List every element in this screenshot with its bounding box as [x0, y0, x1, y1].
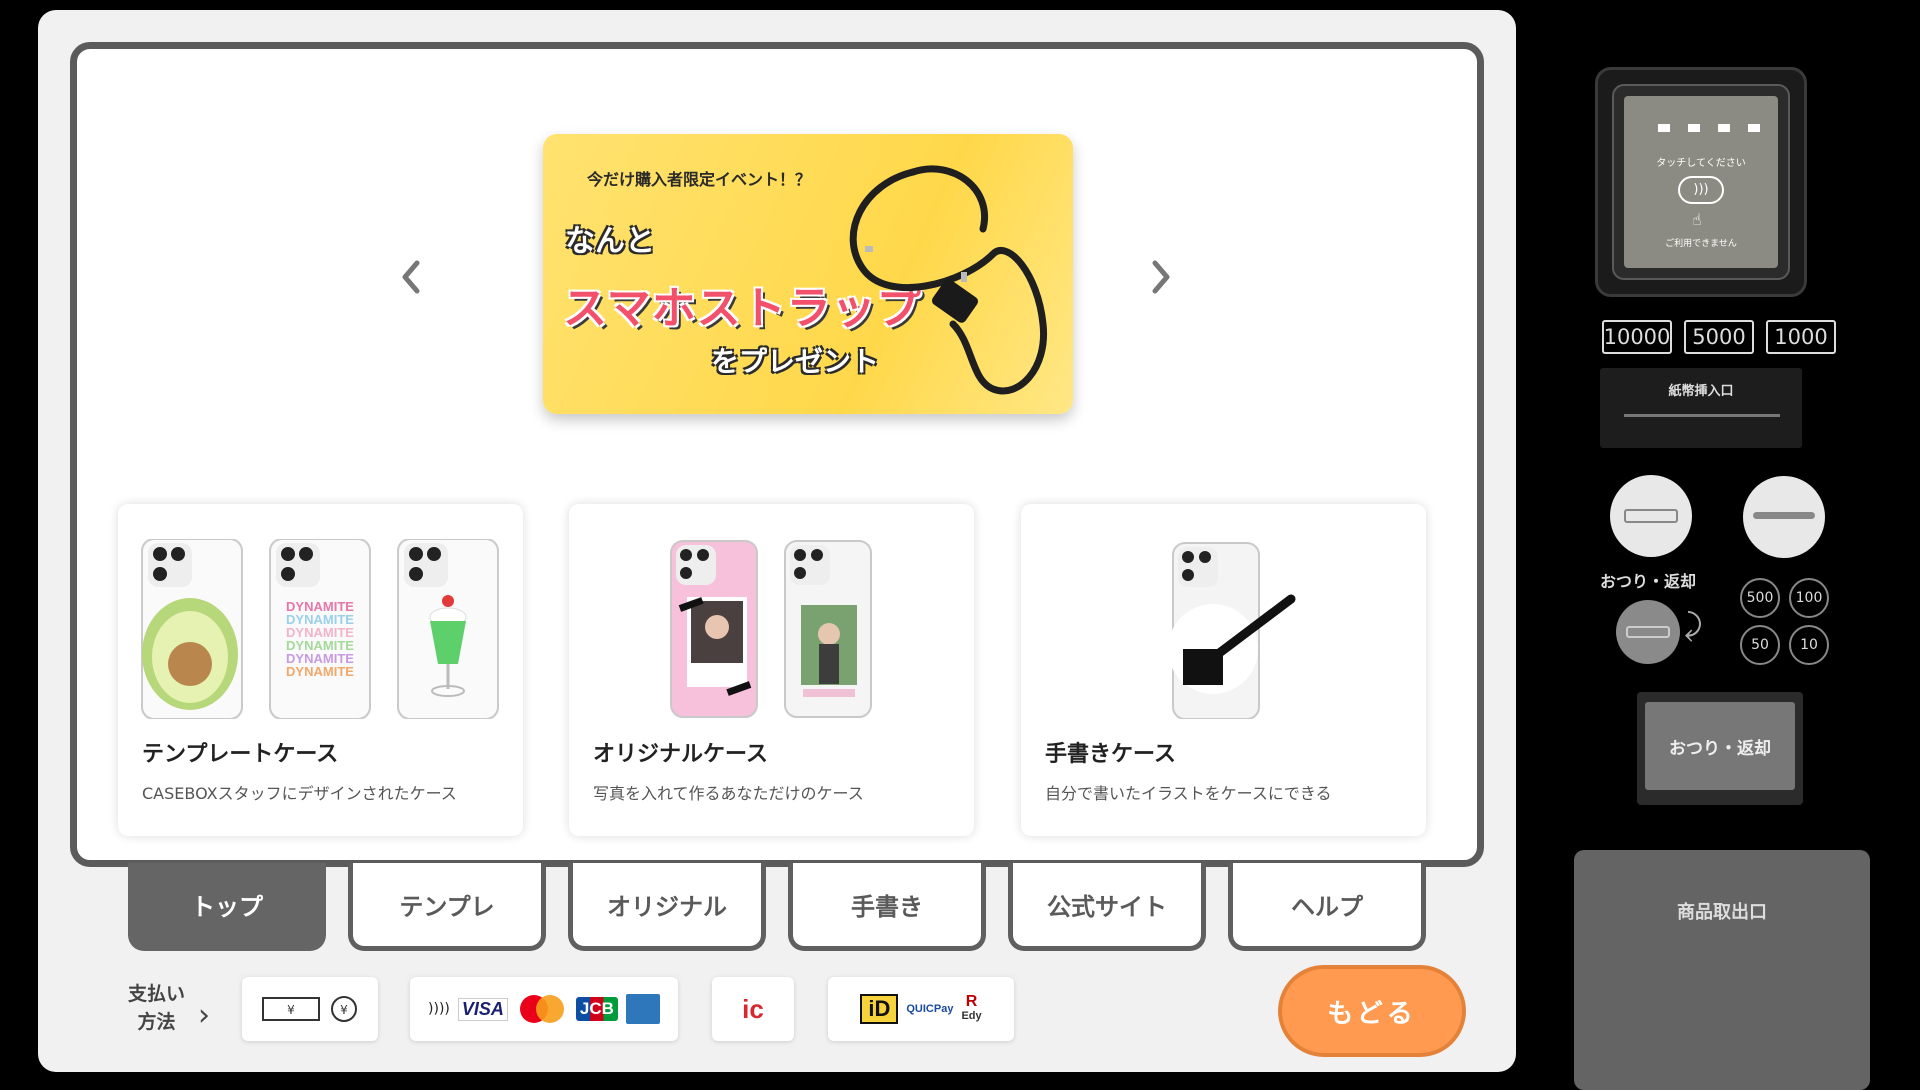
tab-handwritten[interactable]: 手書き: [788, 863, 986, 951]
mastercard-logo: [519, 995, 564, 1023]
banner-line1: なんと: [565, 224, 655, 259]
change-return-panel-label: おつり・返却: [1645, 702, 1795, 790]
card-title: オリジナルケース: [593, 742, 768, 767]
phone-photo-pink-image: [670, 540, 758, 718]
tab-official-site[interactable]: 公式サイト: [1008, 863, 1206, 951]
back-button[interactable]: もどる: [1278, 965, 1466, 1057]
card-title: 手書きケース: [1045, 742, 1176, 767]
product-outlet[interactable]: 商品取出口: [1574, 850, 1870, 1090]
contactless-icon: )))): [428, 1001, 450, 1017]
id-logo: iD: [860, 994, 899, 1024]
reader-prompt: タッチしてください: [1656, 158, 1746, 169]
card-reader[interactable]: タッチしてください ))) ☝ ご利用できません: [1595, 67, 1807, 297]
jcb-logo: JCB: [575, 997, 618, 1021]
card-handwritten-case[interactable]: 手書きケース 自分で書いたイラストをケースにできる: [1021, 504, 1426, 836]
tab-template[interactable]: テンプレ: [348, 863, 546, 951]
reader-pin-dots: [1658, 124, 1760, 132]
change-return-panel-button[interactable]: おつり・返却: [1637, 692, 1803, 805]
coin-slot-button[interactable]: [1610, 475, 1692, 557]
svg-text:¥: ¥: [287, 1003, 295, 1017]
svg-text:DYNAMITE: DYNAMITE: [286, 664, 354, 679]
rotate-arrow-icon: ⤸: [1684, 608, 1702, 643]
kiosk-panel: 今だけ購入者限定イベント！？ なんと スマホストラップ をプレゼント DYNAM…: [38, 10, 1516, 1072]
payment-emoney: iD QUICPay R Edy: [828, 977, 1014, 1041]
chevron-right-icon: ›: [198, 998, 210, 1033]
card-description: 写真を入れて作るあなただけのケース: [593, 784, 864, 803]
handwritten-case-images: [1043, 539, 1403, 720]
card-reader-screen: タッチしてください ))) ☝ ご利用できません: [1624, 96, 1778, 268]
contactless-icon: ))): [1678, 176, 1724, 204]
visa-logo: VISA: [457, 997, 508, 1021]
coin-10: 10: [1789, 625, 1829, 665]
phone-drawing-image: [1168, 542, 1296, 720]
bill-10000-button[interactable]: 10000: [1602, 320, 1672, 354]
hand-tap-icon: ☝: [1692, 210, 1702, 229]
banner-tagline: 今だけ購入者限定イベント！？: [587, 170, 812, 189]
coin-50: 50: [1740, 625, 1780, 665]
carousel-next-icon[interactable]: [1145, 257, 1175, 297]
svg-text:¥: ¥: [340, 1003, 348, 1017]
quicpay-logo: QUICPay: [906, 1003, 954, 1015]
carousel-prev-icon[interactable]: [397, 257, 427, 297]
lever-slot-icon: [1753, 512, 1815, 519]
phone-avocado-image: [141, 538, 243, 720]
card-reader-frame: タッチしてください ))) ☝ ご利用できません: [1612, 84, 1790, 280]
tab-help[interactable]: ヘルプ: [1228, 863, 1426, 951]
bill-insertion-slot[interactable]: 紙幣挿入口: [1600, 368, 1802, 448]
coin-500: 500: [1740, 578, 1780, 618]
card-description: CASEBOXスタッフにデザインされたケース: [142, 784, 457, 803]
template-case-images: DYNAMITE DYNAMITE DYNAMITE DYNAMITE DYNA…: [140, 538, 500, 720]
coin-100: 100: [1789, 578, 1829, 618]
coin-slot-icon: [1624, 509, 1678, 523]
promo-banner[interactable]: 今だけ購入者限定イベント！？ なんと スマホストラップ をプレゼント: [543, 134, 1073, 414]
phone-photo-clear-image: [784, 540, 872, 718]
payment-methods-label: 支払い 方法: [128, 983, 186, 1033]
change-return-button[interactable]: [1616, 600, 1680, 664]
phone-dynamite-image: DYNAMITE DYNAMITE DYNAMITE DYNAMITE DYNA…: [269, 538, 371, 720]
product-outlet-label: 商品取出口: [1677, 902, 1767, 923]
payment-credit-cards: )))) VISA JCB: [410, 977, 678, 1041]
tab-top[interactable]: トップ: [128, 863, 326, 951]
phone-strap-illustration: [849, 165, 1048, 395]
payment-ic: ic: [712, 977, 794, 1041]
tab-original[interactable]: オリジナル: [568, 863, 766, 951]
reader-status: ご利用できません: [1665, 239, 1737, 249]
cash-coin-icon: ¥: [331, 996, 357, 1022]
ic-transit-logo: ic: [742, 993, 764, 1024]
change-return-label: おつり・返却: [1600, 572, 1697, 591]
cash-bill-icon: ¥: [262, 997, 320, 1021]
bill-slot-label: 紙幣挿入口: [1668, 384, 1734, 399]
original-case-images: [591, 539, 951, 719]
card-original-case[interactable]: オリジナルケース 写真を入れて作るあなただけのケース: [569, 504, 974, 836]
coin-return-lever[interactable]: [1743, 476, 1825, 558]
phone-cream-soda-image: [397, 538, 499, 720]
edy-logo: R Edy: [961, 993, 982, 1023]
amex-logo: [625, 994, 660, 1024]
card-template-case[interactable]: DYNAMITE DYNAMITE DYNAMITE DYNAMITE DYNA…: [118, 504, 523, 836]
bill-5000-button[interactable]: 5000: [1684, 320, 1754, 354]
bill-slot-line: [1624, 414, 1780, 417]
change-slot-icon: [1626, 626, 1670, 638]
card-title: テンプレートケース: [142, 742, 339, 767]
payment-cash: ¥ ¥: [242, 977, 378, 1041]
bill-1000-button[interactable]: 1000: [1766, 320, 1836, 354]
main-screen: 今だけ購入者限定イベント！？ なんと スマホストラップ をプレゼント DYNAM…: [70, 42, 1484, 867]
card-description: 自分で書いたイラストをケースにできる: [1045, 784, 1332, 803]
